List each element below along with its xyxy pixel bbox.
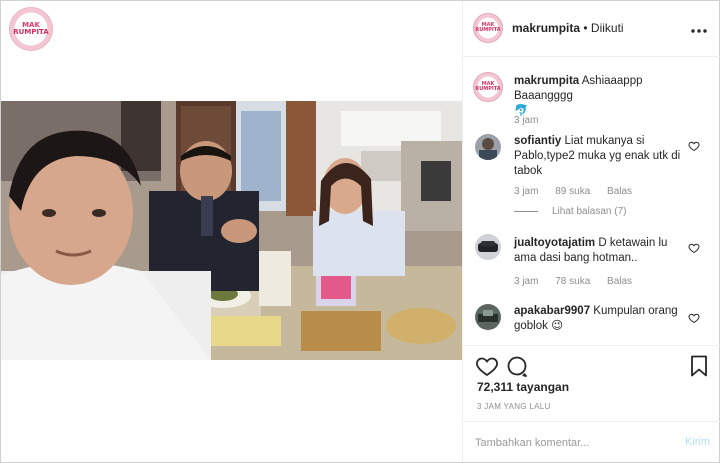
author-avatar[interactable]: MAK RUMPITA — [473, 13, 503, 43]
comment-reply-button[interactable]: Balas — [607, 276, 632, 287]
comment-likes[interactable]: 78 suka — [555, 276, 590, 287]
comment-time[interactable]: 3 jam — [514, 276, 538, 287]
action-bar — [463, 345, 720, 378]
logo-mark: MAK RUMPITA — [13, 22, 48, 36]
brand-logo: MAK RUMPITA — [9, 7, 53, 51]
posted-timestamp[interactable]: 3 JAM YANG LALU — [477, 402, 551, 411]
view-replies-label: Lihat balasan (7) — [552, 206, 627, 217]
comment-text-block: sofiantiy Liat mukanya si Pablo,type2 mu… — [514, 134, 684, 179]
video-frame-image — [1, 101, 462, 360]
comment-reply-button[interactable]: Balas — [607, 186, 632, 197]
post-header: MAK RUMPITA makrumpita • Diikuti — [463, 1, 720, 57]
video-player[interactable] — [1, 101, 462, 360]
follow-status-button[interactable]: Diikuti — [591, 21, 624, 35]
logo-line-2: RUMPITA — [13, 28, 49, 36]
caption-username[interactable]: makrumpita — [514, 75, 579, 87]
comment-text-block: jualtoyotajatim D ketawain lu ama dasi b… — [514, 236, 684, 266]
caption-text-block: makrumpita Ashiaaappp Baaangggg 🐬 — [514, 74, 704, 119]
more-horizontal-icon[interactable] — [690, 21, 708, 39]
comment-likes[interactable]: 89 suka — [555, 186, 590, 197]
comment-time[interactable]: 3 jam — [514, 186, 538, 197]
caption-logo-mark: MAK RUMPITA — [475, 82, 500, 92]
comment-username[interactable]: jualtoyotajatim — [514, 237, 595, 249]
caption-meta: 3 jam — [514, 115, 552, 126]
add-comment-bar: Kirim — [463, 421, 720, 462]
comment-bubble-icon[interactable] — [505, 354, 529, 378]
author-username[interactable]: makrumpita — [512, 21, 580, 35]
commenter-avatar[interactable] — [475, 304, 501, 330]
comment-like-heart-icon[interactable] — [688, 242, 700, 254]
comment-input[interactable] — [475, 434, 665, 452]
comment-like-heart-icon[interactable] — [688, 140, 700, 152]
comment-text-block: apakabar9907 Kumpulan orang goblok 😉 — [514, 304, 684, 334]
caption-time[interactable]: 3 jam — [514, 115, 538, 126]
heart-icon[interactable] — [475, 354, 499, 378]
comments-list[interactable]: MAK RUMPITA makrumpita Ashiaaappp Baaang… — [463, 58, 720, 344]
commenter-avatar[interactable] — [475, 134, 501, 160]
comment-meta: 3 jam 78 suka Balas — [514, 276, 646, 287]
bookmark-icon[interactable] — [687, 354, 711, 378]
avatar-logo-mark: MAK RUMPITA — [475, 23, 500, 33]
comment-username[interactable]: sofiantiy — [514, 135, 561, 147]
caption-logo-line-2: RUMPITA — [475, 86, 501, 92]
caption-avatar[interactable]: MAK RUMPITA — [473, 72, 503, 102]
wink-emoji: 😉 — [551, 320, 564, 332]
media-area: MAK RUMPITA — [1, 1, 462, 462]
post-details-panel: MAK RUMPITA makrumpita • Diikuti MAK RUM… — [462, 1, 720, 462]
commenter-avatar[interactable] — [475, 234, 501, 260]
header-separator: • — [583, 21, 588, 35]
avatar-logo-line-2: RUMPITA — [475, 27, 501, 33]
replies-dash — [514, 211, 538, 212]
post-comment-button[interactable]: Kirim — [685, 436, 710, 448]
comment-meta: 3 jam 89 suka Balas — [514, 186, 646, 197]
author-header-line: makrumpita • Diikuti — [512, 21, 624, 35]
view-replies-button[interactable]: Lihat balasan (7) — [514, 206, 627, 217]
comment-username[interactable]: apakabar9907 — [514, 305, 590, 317]
comment-like-heart-icon[interactable] — [688, 312, 700, 324]
view-count[interactable]: 72,311 tayangan — [477, 380, 569, 394]
